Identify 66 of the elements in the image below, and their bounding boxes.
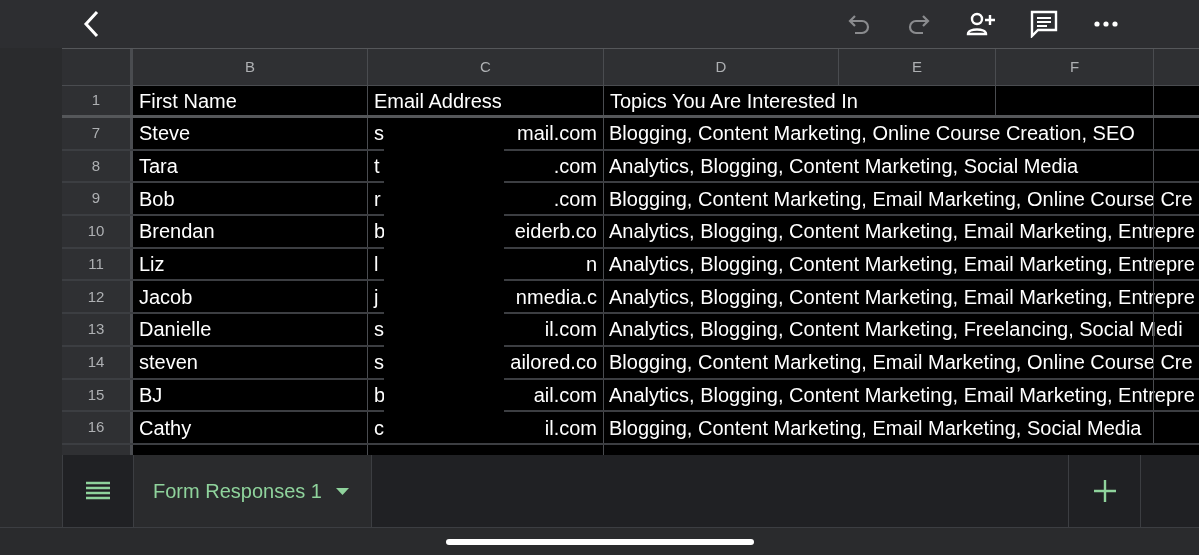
column-header[interactable]: C	[368, 49, 604, 85]
table-cell-text: s	[374, 350, 384, 376]
table-cell: Email Address	[368, 86, 604, 115]
table-cell-text: Analytics, Blogging, Content Marketing, Email Marketing, Entrepre	[609, 382, 1195, 408]
table-cell: First Name	[133, 86, 368, 115]
home-indicator[interactable]	[445, 538, 754, 545]
table-cell-text: il.com	[544, 415, 597, 441]
row-header[interactable]: 10	[62, 216, 133, 247]
table-cell-text: Blogging, Content Marketing, Online Course Creation, SEO	[609, 121, 1135, 147]
row-header[interactable]: 1	[62, 86, 133, 115]
more-icon[interactable]	[1094, 21, 1118, 27]
add-person-icon[interactable]	[966, 11, 996, 37]
table-cell-text: nmedia.c	[515, 284, 597, 310]
table-cell: Bob	[133, 183, 368, 215]
table-cell-text: ail.com	[533, 382, 597, 408]
comment-icon[interactable]	[1030, 10, 1058, 38]
table-cell-text: Blogging, Content Marketing, Email Marketing, Social Media	[609, 415, 1142, 441]
table-cell-text: r	[374, 186, 381, 212]
table-cell-text: Blogging, Content Marketing, Email Marketing, Online Course Cre	[609, 186, 1193, 212]
table-cell-text: j	[374, 284, 379, 310]
table-cell: Topics You Are Interested In	[604, 86, 996, 115]
table-cell: Danielle	[133, 314, 368, 345]
table-cell-text: Analytics, Blogging, Content Marketing, Email Marketing, Entrepre	[609, 284, 1195, 310]
table-cell-text: t	[374, 154, 380, 180]
row-header[interactable]: 12	[62, 281, 133, 313]
table-cell: steven	[133, 346, 368, 378]
row-header[interactable]: 9	[62, 183, 133, 215]
table-cell-text: s	[374, 317, 384, 343]
caret-icon	[335, 487, 349, 495]
table-cell-text: b	[374, 219, 386, 245]
column-header[interactable]: B	[133, 49, 368, 85]
table-cell-text: b	[374, 382, 386, 408]
table-cell: Jacob	[133, 281, 368, 313]
table-cell-text: mail.com	[517, 121, 597, 147]
table-cell: Liz	[133, 248, 368, 280]
table-cell-text: l	[374, 252, 379, 278]
table-cell-text: Analytics, Blogging, Content Marketing, Social Media	[609, 154, 1079, 180]
table-cell-text: ailored.co	[510, 350, 597, 376]
row-header[interactable]: 16	[62, 412, 133, 443]
column-header[interactable]: F	[996, 49, 1154, 85]
row-header[interactable]: 8	[62, 150, 133, 182]
sheet-list-icon[interactable]	[86, 481, 110, 501]
table-cell: Steve	[133, 118, 368, 149]
table-cell-text: eiderb.co	[514, 219, 597, 245]
row-header[interactable]: 13	[62, 314, 133, 345]
add-sheet-icon[interactable]	[1093, 480, 1116, 502]
table-cell-text: Analytics, Blogging, Content Marketing, Email Marketing, Entrepre	[609, 252, 1195, 278]
table-cell-text: il.com	[544, 317, 597, 343]
table-cell-text: n	[585, 252, 597, 278]
table-cell-text: .com	[553, 154, 597, 180]
table-cell: Tara	[133, 150, 368, 182]
table-cell: Brendan	[133, 216, 368, 247]
row-header[interactable]: 7	[62, 118, 133, 149]
back-icon[interactable]	[82, 10, 100, 38]
table-cell: Cathy	[133, 412, 368, 443]
column-header[interactable]: E	[839, 49, 996, 85]
row-header[interactable]: 15	[62, 379, 133, 411]
table-cell-text: .com	[553, 186, 597, 212]
row-header[interactable]: 14	[62, 346, 133, 378]
table-cell: BJ	[133, 379, 368, 411]
table-cell-text: Analytics, Blogging, Content Marketing, Email Marketing, Entrepre	[609, 219, 1195, 245]
column-header[interactable]: D	[604, 49, 839, 85]
table-cell-text: s	[374, 121, 384, 147]
table-cell-text: Blogging, Content Marketing, Email Marketing, Online Course Cre	[609, 350, 1193, 376]
row-header[interactable]: 11	[62, 248, 133, 280]
table-cell-text: c	[374, 415, 384, 441]
